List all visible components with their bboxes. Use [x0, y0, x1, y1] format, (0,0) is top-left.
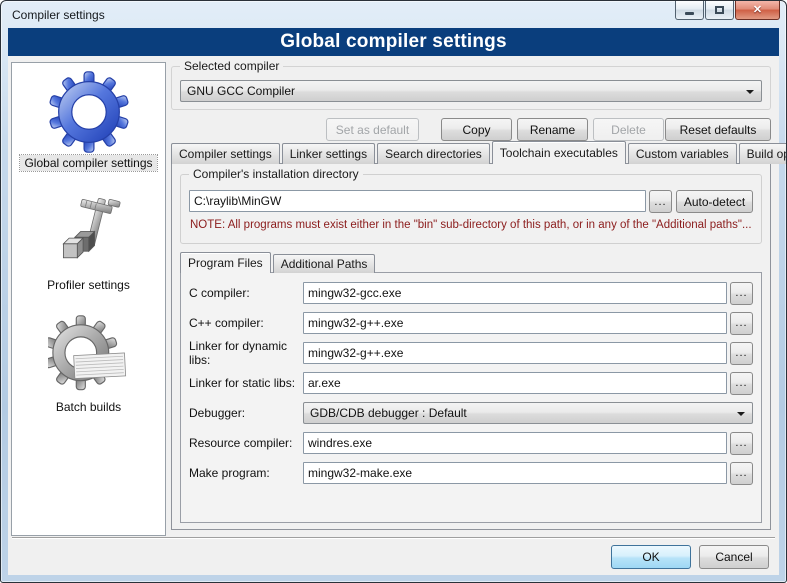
caption-buttons: ✕	[674, 1, 780, 20]
tab-additional-paths[interactable]: Additional Paths	[273, 254, 376, 273]
installation-directory-browse-button[interactable]: ...	[649, 190, 672, 213]
make-program-browse-button[interactable]: ...	[730, 462, 753, 485]
tab-build-options[interactable]: Build options	[739, 143, 787, 164]
installation-note: NOTE: All programs must exist either in …	[190, 219, 755, 231]
compiler-settings-window: Compiler settings ✕ Global compiler sett…	[0, 0, 787, 583]
field-row-resource-compiler: Resource compiler: ...	[189, 432, 753, 454]
sidebar-item-global-compiler-settings[interactable]: Global compiler settings	[20, 71, 156, 171]
make-program-label: Make program:	[189, 466, 303, 480]
program-files-tabstrip: Program Files Additional Paths	[180, 252, 377, 273]
sidebar-item-profiler-settings[interactable]: Profiler settings	[43, 193, 134, 293]
auto-detect-button[interactable]: Auto-detect	[676, 190, 753, 213]
tab-compiler-settings[interactable]: Compiler settings	[171, 143, 280, 164]
debugger-combobox[interactable]: GDB/CDB debugger : Default	[303, 402, 753, 424]
c-compiler-input[interactable]	[303, 282, 727, 304]
debugger-label: Debugger:	[189, 406, 303, 420]
tab-search-directories[interactable]: Search directories	[377, 143, 490, 164]
minimize-icon	[685, 12, 694, 15]
delete-button[interactable]: Delete	[593, 118, 664, 141]
toolchain-executables-panel: Compiler's installation directory ... Au…	[171, 163, 771, 530]
static-linker-input[interactable]	[303, 372, 727, 394]
chevron-down-icon	[737, 412, 745, 416]
maximize-icon	[715, 6, 724, 14]
field-row-dynamic-linker: Linker for dynamic libs: ...	[189, 342, 753, 364]
make-program-input[interactable]	[303, 462, 727, 484]
gray-gear-papers-icon	[48, 315, 130, 397]
resource-compiler-browse-button[interactable]: ...	[730, 432, 753, 455]
tab-toolchain-executables[interactable]: Toolchain executables	[492, 141, 626, 164]
sidebar-item-label: Profiler settings	[43, 277, 134, 293]
selected-compiler-legend: Selected compiler	[180, 59, 283, 73]
dialog-client-area: Global compiler settings	[8, 56, 779, 575]
sidebar-item-batch-builds[interactable]: Batch builds	[48, 315, 130, 415]
ok-button[interactable]: OK	[611, 545, 691, 569]
selected-compiler-value: GNU GCC Compiler	[187, 84, 295, 98]
c-compiler-browse-button[interactable]: ...	[730, 282, 753, 305]
cpp-compiler-label: C++ compiler:	[189, 316, 303, 330]
resource-compiler-label: Resource compiler:	[189, 436, 303, 450]
reset-defaults-button[interactable]: Reset defaults	[665, 118, 771, 141]
cancel-button[interactable]: Cancel	[699, 545, 769, 569]
tab-program-files[interactable]: Program Files	[180, 252, 271, 273]
c-compiler-label: C compiler:	[189, 286, 303, 300]
rename-button[interactable]: Rename	[517, 118, 588, 141]
tab-linker-settings[interactable]: Linker settings	[282, 143, 375, 164]
dynamic-linker-label: Linker for dynamic libs:	[189, 339, 303, 367]
footer-separator	[12, 537, 775, 539]
window-title: Compiler settings	[12, 8, 105, 22]
compiler-actions-row: Set as default Copy Rename Delete Reset …	[171, 118, 771, 141]
field-row-cpp-compiler: C++ compiler: ...	[189, 312, 753, 334]
sidebar-item-label: Global compiler settings	[20, 155, 156, 171]
resource-compiler-input[interactable]	[303, 432, 727, 454]
dynamic-linker-browse-button[interactable]: ...	[730, 342, 753, 365]
page-title: Global compiler settings	[8, 28, 779, 56]
main-panel: Selected compiler GNU GCC Compiler Set a…	[171, 62, 771, 530]
set-as-default-button[interactable]: Set as default	[326, 118, 419, 141]
close-button[interactable]: ✕	[735, 1, 780, 20]
sidebar-item-label: Batch builds	[52, 399, 125, 415]
field-row-static-linker: Linker for static libs: ...	[189, 372, 753, 394]
field-row-c-compiler: C compiler: ...	[189, 282, 753, 304]
field-row-debugger: Debugger: GDB/CDB debugger : Default	[189, 402, 753, 424]
copy-button[interactable]: Copy	[441, 118, 512, 141]
installation-directory-group: Compiler's installation directory ... Au…	[180, 174, 762, 244]
installation-directory-input[interactable]	[189, 190, 646, 212]
maximize-button[interactable]	[705, 1, 734, 20]
close-icon: ✕	[753, 5, 762, 16]
settings-category-list: Global compiler settings	[11, 62, 166, 536]
selected-compiler-combobox[interactable]: GNU GCC Compiler	[180, 80, 762, 102]
tab-custom-variables[interactable]: Custom variables	[628, 143, 737, 164]
settings-tabstrip: Compiler settings Linker settings Search…	[171, 141, 771, 164]
static-linker-label: Linker for static libs:	[189, 376, 303, 390]
caliper-icon	[47, 193, 129, 275]
cpp-compiler-browse-button[interactable]: ...	[730, 312, 753, 335]
debugger-value: GDB/CDB debugger : Default	[310, 406, 467, 420]
dynamic-linker-input[interactable]	[303, 342, 727, 364]
installation-directory-legend: Compiler's installation directory	[189, 167, 363, 181]
static-linker-browse-button[interactable]: ...	[730, 372, 753, 395]
program-files-panel: C compiler: ... C++ compiler: ... Linker…	[180, 272, 762, 523]
cpp-compiler-input[interactable]	[303, 312, 727, 334]
chevron-down-icon	[746, 90, 754, 94]
field-row-make-program: Make program: ...	[189, 462, 753, 484]
minimize-button[interactable]	[675, 1, 704, 20]
titlebar[interactable]: Compiler settings	[1, 1, 786, 28]
blue-gear-icon	[48, 71, 130, 153]
selected-compiler-group: Selected compiler GNU GCC Compiler	[171, 66, 771, 110]
